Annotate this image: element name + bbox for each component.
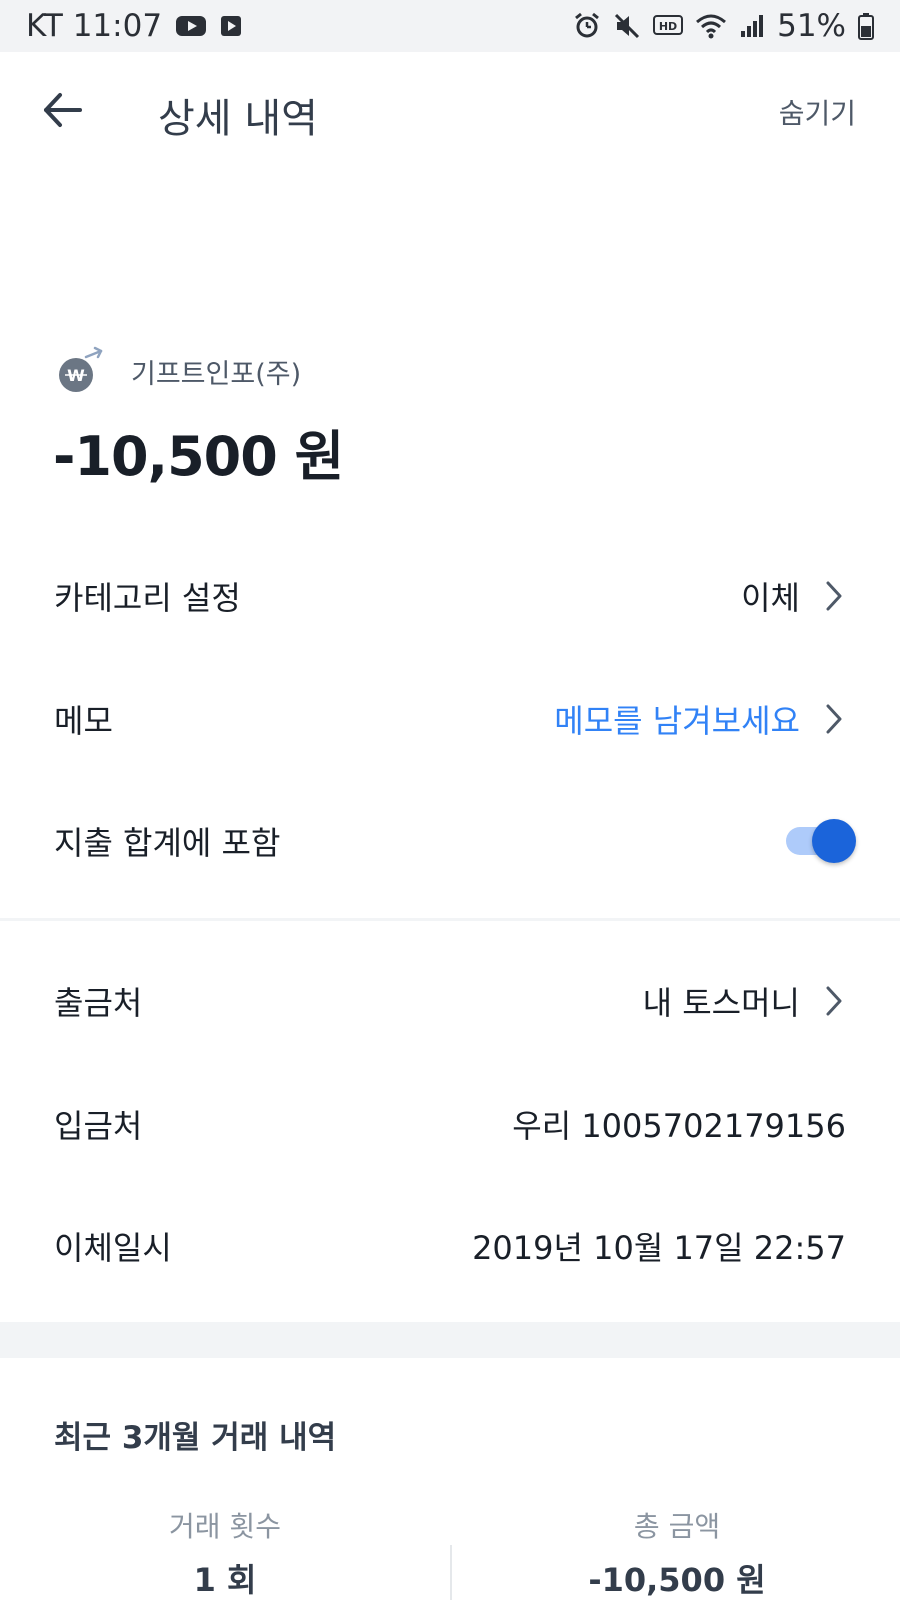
withdraw-value: 내 토스머니: [642, 984, 800, 1022]
signal-icon: [739, 13, 765, 39]
page-title: 상세 내역: [158, 96, 318, 142]
category-label: 카테고리 설정: [54, 579, 241, 617]
play-store-icon: [220, 15, 242, 37]
include-total-row: 지출 합계에 포함: [0, 805, 900, 877]
recent-section-title: 최근 3개월 거래 내역: [54, 1420, 337, 1456]
memo-placeholder[interactable]: 메모를 남겨보세요: [554, 696, 800, 742]
status-bar: KT 11:07 HD 51%: [0, 0, 900, 52]
app-bar: 상세 내역 숨기기: [0, 52, 900, 170]
withdraw-label: 출금처: [54, 984, 143, 1022]
mute-icon: [613, 12, 641, 40]
merchant-info: W 기프트인포(주): [55, 345, 301, 397]
include-total-toggle[interactable]: [786, 819, 856, 863]
recent-stats: 거래 횟수 1 회 총 금액 -10,500 원: [0, 1505, 900, 1600]
hide-button[interactable]: 숨기기: [779, 92, 856, 132]
datetime-row: 이체일시 2019년 10월 17일 22:57: [0, 1210, 900, 1282]
memo-row[interactable]: 메모 메모를 남겨보세요: [0, 683, 900, 755]
total-value: -10,500 원: [588, 1561, 766, 1599]
deposit-row: 입금처 우리 1005702179156: [0, 1088, 900, 1160]
wifi-icon: [695, 12, 727, 40]
section-separator: [0, 1322, 900, 1358]
total-label: 총 금액: [633, 1510, 721, 1543]
youtube-icon: [176, 15, 207, 37]
battery-percent: 51%: [777, 8, 846, 44]
transaction-amount: -10,500 원: [53, 425, 344, 488]
count-value: 1 회: [193, 1561, 257, 1599]
back-button[interactable]: [38, 88, 86, 136]
memo-label: 메모: [54, 702, 113, 740]
merchant-name: 기프트인포(주): [131, 358, 302, 390]
section-divider: [0, 918, 900, 921]
include-total-label: 지출 합계에 포함: [54, 824, 281, 862]
datetime-value: 2019년 10월 17일 22:57: [472, 1229, 846, 1267]
chevron-right-icon: [822, 701, 846, 737]
back-arrow-icon: [42, 92, 82, 132]
deposit-value: 우리 1005702179156: [512, 1107, 846, 1145]
chevron-right-icon: [822, 578, 846, 614]
total-stat: 총 금액 -10,500 원: [452, 1505, 900, 1600]
battery-icon: [858, 12, 874, 40]
category-row[interactable]: 카테고리 설정 이체: [0, 560, 900, 632]
carrier-time: KT 11:07: [26, 8, 163, 44]
datetime-label: 이체일시: [54, 1229, 172, 1267]
count-stat: 거래 횟수 1 회: [0, 1505, 450, 1600]
count-label: 거래 횟수: [169, 1510, 281, 1543]
hd-icon: HD: [653, 14, 684, 38]
alarm-icon: [573, 12, 601, 40]
transfer-icon: W: [55, 345, 107, 397]
svg-text:HD: HD: [659, 20, 677, 33]
category-value: 이체: [741, 579, 800, 617]
chevron-right-icon: [822, 983, 846, 1019]
withdraw-row[interactable]: 출금처 내 토스머니: [0, 965, 900, 1037]
deposit-label: 입금처: [54, 1107, 143, 1145]
toggle-knob: [812, 819, 856, 863]
